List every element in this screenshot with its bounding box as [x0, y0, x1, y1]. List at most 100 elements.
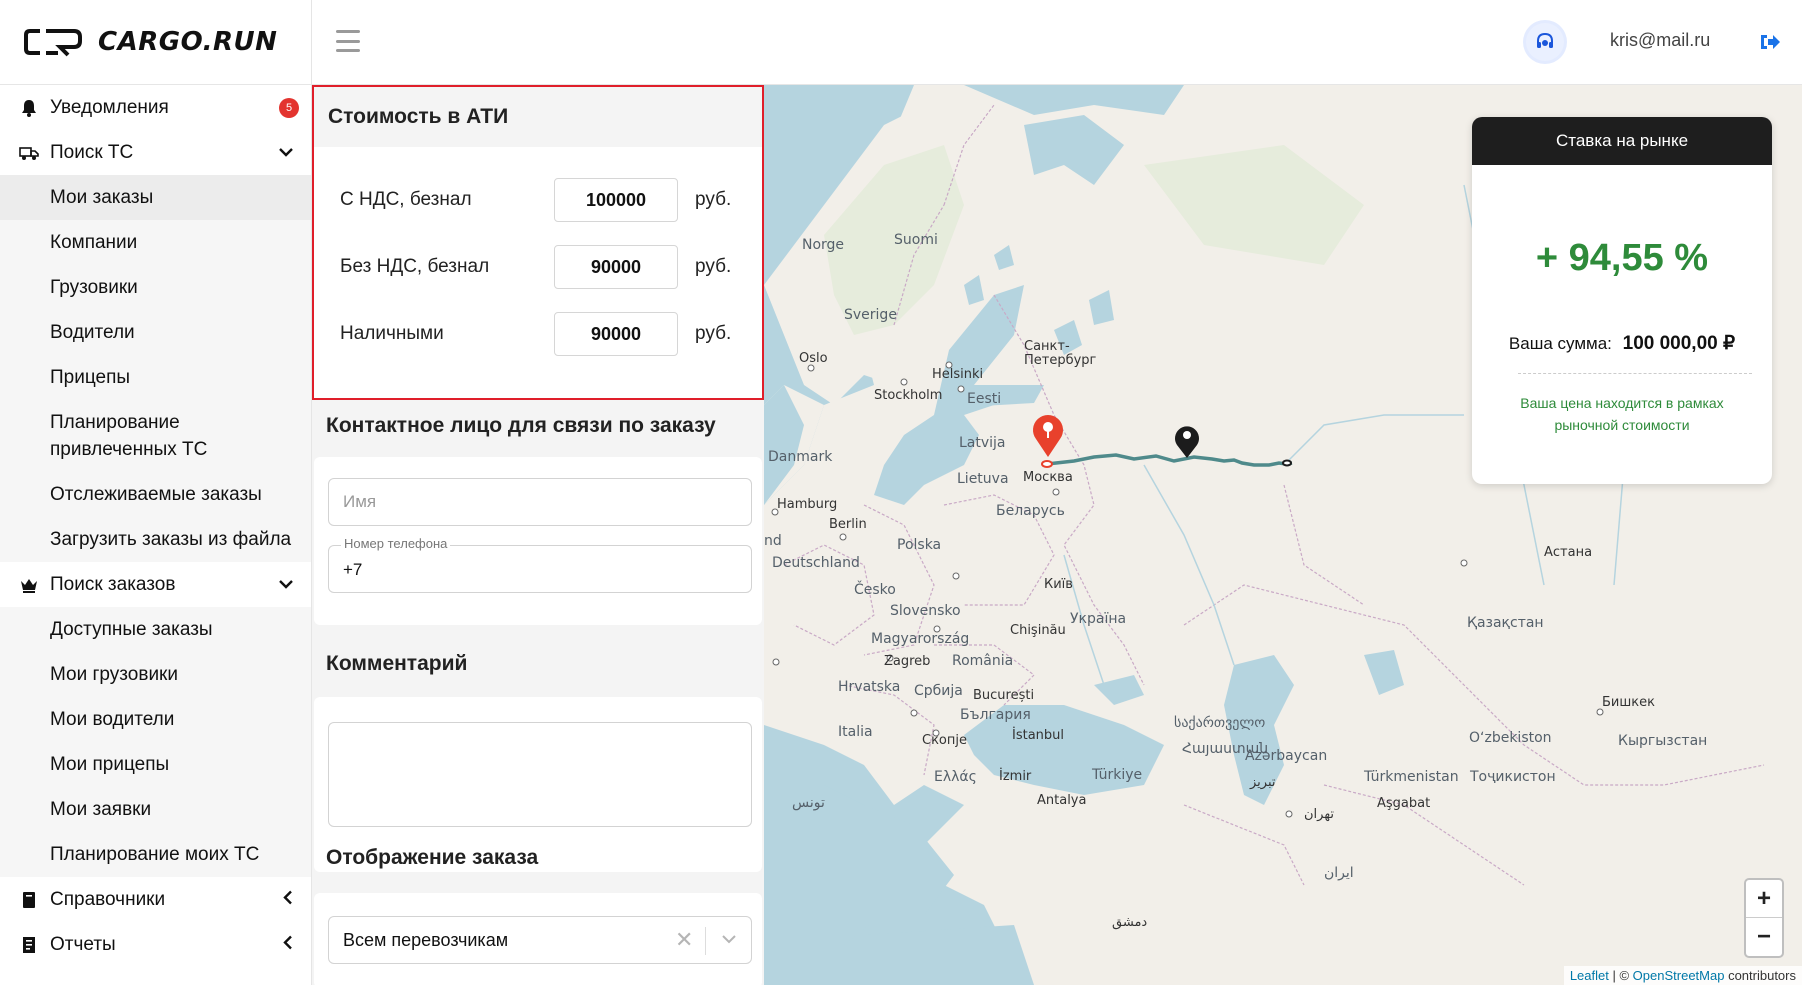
market-rate-card: Ставка на рынке + 94,55 % Ваша сумма: 10… [1472, 117, 1772, 484]
map-label: România [952, 653, 1014, 669]
sidebar-item-label: Водители [50, 321, 135, 343]
map-label: Тоҷикистон [1470, 769, 1556, 785]
contact-phone-field[interactable]: Номер телефона +7 [328, 536, 752, 593]
ati-title: Стоимость в АТИ [314, 87, 762, 147]
route-map[interactable]: Norge Suomi Sverige Oslo Helsinki Санкт-… [764, 85, 1802, 985]
sidebar-item-available-orders[interactable]: Доступные заказы [0, 607, 311, 652]
price-label: Наличными [340, 323, 444, 344]
osm-link[interactable]: OpenStreetMap [1633, 968, 1725, 983]
display-card: Всем перевозчикам ✕ [314, 893, 762, 985]
sidebar-item-reports[interactable]: Отчеты [0, 922, 311, 967]
map-city: Aşgabat [1377, 796, 1431, 811]
map-label: Slovensko [890, 603, 961, 619]
sidebar-item-trailers[interactable]: Прицепы [0, 355, 311, 400]
phone-label: Номер телефона [341, 536, 451, 551]
map-label: Hrvatska [838, 679, 901, 695]
leaflet-link[interactable]: Leaflet [1570, 968, 1609, 983]
zoom-in-button[interactable]: + [1746, 880, 1782, 918]
sidebar-item-label: Справочники [50, 888, 166, 910]
sidebar-item-planning-my[interactable]: Планирование моих ТС [0, 832, 311, 877]
name-placeholder: Имя [343, 492, 377, 511]
map-label: Suomi [894, 232, 938, 248]
map-label: Lietuva [957, 471, 1009, 487]
price-row-cash: Наличными 90000 руб. [314, 312, 762, 356]
select-divider [705, 927, 706, 955]
sidebar-item-my-trucks[interactable]: Мои грузовики [0, 652, 311, 697]
report-icon [18, 934, 40, 956]
map-label: nd [764, 533, 782, 549]
sidebar-item-upload-orders[interactable]: Загрузить заказы из файла [0, 517, 311, 562]
sidebar-item-directories[interactable]: Справочники [0, 877, 311, 922]
sidebar-item-notifications[interactable]: Уведомления 5 [0, 85, 311, 130]
chevron-down-icon [279, 144, 293, 162]
top-header: kris@mail.ru [312, 0, 1802, 85]
ati-cost-section: Стоимость в АТИ С НДС, безнал 100000 руб… [312, 85, 764, 400]
book-icon [18, 889, 40, 911]
map-label: Ελλάς [934, 769, 977, 785]
sidebar-item-label: Мои водители [50, 708, 175, 730]
map-label: Eesti [967, 391, 1002, 407]
map-label: Србија [914, 683, 963, 699]
map-label: საქართველო [1174, 715, 1266, 731]
map-city: Астана [1544, 545, 1593, 560]
map-attribution: Leaflet | © OpenStreetMap contributors [1563, 966, 1802, 985]
chevron-down-icon [279, 576, 293, 594]
truck-icon [18, 142, 40, 164]
chevron-down-icon[interactable] [721, 929, 737, 950]
sidebar-item-my-drivers[interactable]: Мои водители [0, 697, 311, 742]
comment-textarea[interactable] [328, 722, 752, 827]
map-city: Antalya [1037, 793, 1087, 808]
map-label: ایران [1324, 865, 1354, 881]
sidebar-item-label: Планирование привлеченных ТС [50, 412, 208, 460]
menu-toggle-icon[interactable] [336, 30, 360, 52]
sidebar-item-label: Мои грузовики [50, 663, 178, 685]
sidebar-item-label: Планирование моих ТС [50, 843, 260, 865]
price-row-vat: С НДС, безнал 100000 руб. [314, 178, 762, 222]
support-icon[interactable] [1526, 23, 1564, 61]
contact-title: Контактное лицо для связи по заказу [326, 414, 716, 437]
sidebar-item-label: Уведомления [50, 96, 169, 118]
map-label: Magyarország [871, 631, 970, 647]
sidebar-nav: Уведомления 5 Поиск ТС Мои заказы Компан… [0, 85, 311, 967]
bell-icon [18, 97, 40, 119]
sidebar-item-drivers[interactable]: Водители [0, 310, 311, 355]
sidebar-item-vehicle-search[interactable]: Поиск ТС [0, 130, 311, 175]
user-email[interactable]: kris@mail.ru [1610, 30, 1710, 51]
sidebar-item-my-requests[interactable]: Мои заявки [0, 787, 311, 832]
display-select[interactable]: Всем перевозчикам ✕ [328, 916, 752, 964]
zoom-out-button[interactable]: − [1746, 918, 1782, 956]
phone-value: +7 [343, 560, 363, 579]
sidebar-item-order-search[interactable]: Поиск заказов [0, 562, 311, 607]
contact-name-field[interactable]: Имя [328, 478, 752, 526]
sidebar-item-my-orders[interactable]: Мои заказы [0, 175, 311, 220]
sidebar-item-planning-hired[interactable]: Планирование привлеченных ТС [0, 400, 311, 472]
sidebar-item-trucks[interactable]: Грузовики [0, 265, 311, 310]
map-city: İstanbul [1012, 728, 1065, 743]
sidebar-item-my-trailers[interactable]: Мои прицепы [0, 742, 311, 787]
chevron-left-icon [283, 890, 293, 909]
logout-icon[interactable] [1758, 30, 1782, 54]
market-percent: + 94,55 % [1535, 237, 1709, 279]
logo[interactable]: CARGO.RUN [0, 0, 311, 85]
price-cash-input[interactable]: 90000 [554, 312, 678, 356]
sidebar-item-label: Мои заявки [50, 798, 152, 820]
sidebar-item-companies[interactable]: Компании [0, 220, 311, 265]
app-root: CARGO.RUN Уведомления 5 Поиск ТС Мои зак… [0, 0, 1802, 985]
map-city: Київ [1044, 577, 1073, 592]
price-unit: руб. [695, 323, 732, 344]
sidebar-item-label: Загрузить заказы из файла [50, 528, 292, 550]
price-unit: руб. [695, 189, 732, 210]
chevron-left-icon [283, 935, 293, 954]
price-no-vat-input[interactable]: 90000 [554, 245, 678, 289]
map-zoom-control: + − [1744, 878, 1784, 958]
map-label: Danmark [768, 449, 833, 465]
price-vat-input[interactable]: 100000 [554, 178, 678, 222]
map-label: Sverige [844, 307, 897, 323]
contact-card: Имя Номер телефона +7 [314, 457, 762, 625]
clear-icon[interactable]: ✕ [675, 927, 693, 953]
map-label: Česko [854, 582, 896, 598]
map-label: Oʻzbekiston [1469, 730, 1552, 746]
sidebar-item-tracked-orders[interactable]: Отслеживаемые заказы [0, 472, 311, 517]
sidebar-item-label: Поиск ТС [50, 141, 134, 163]
logo-text: CARGO.RUN [98, 27, 278, 57]
